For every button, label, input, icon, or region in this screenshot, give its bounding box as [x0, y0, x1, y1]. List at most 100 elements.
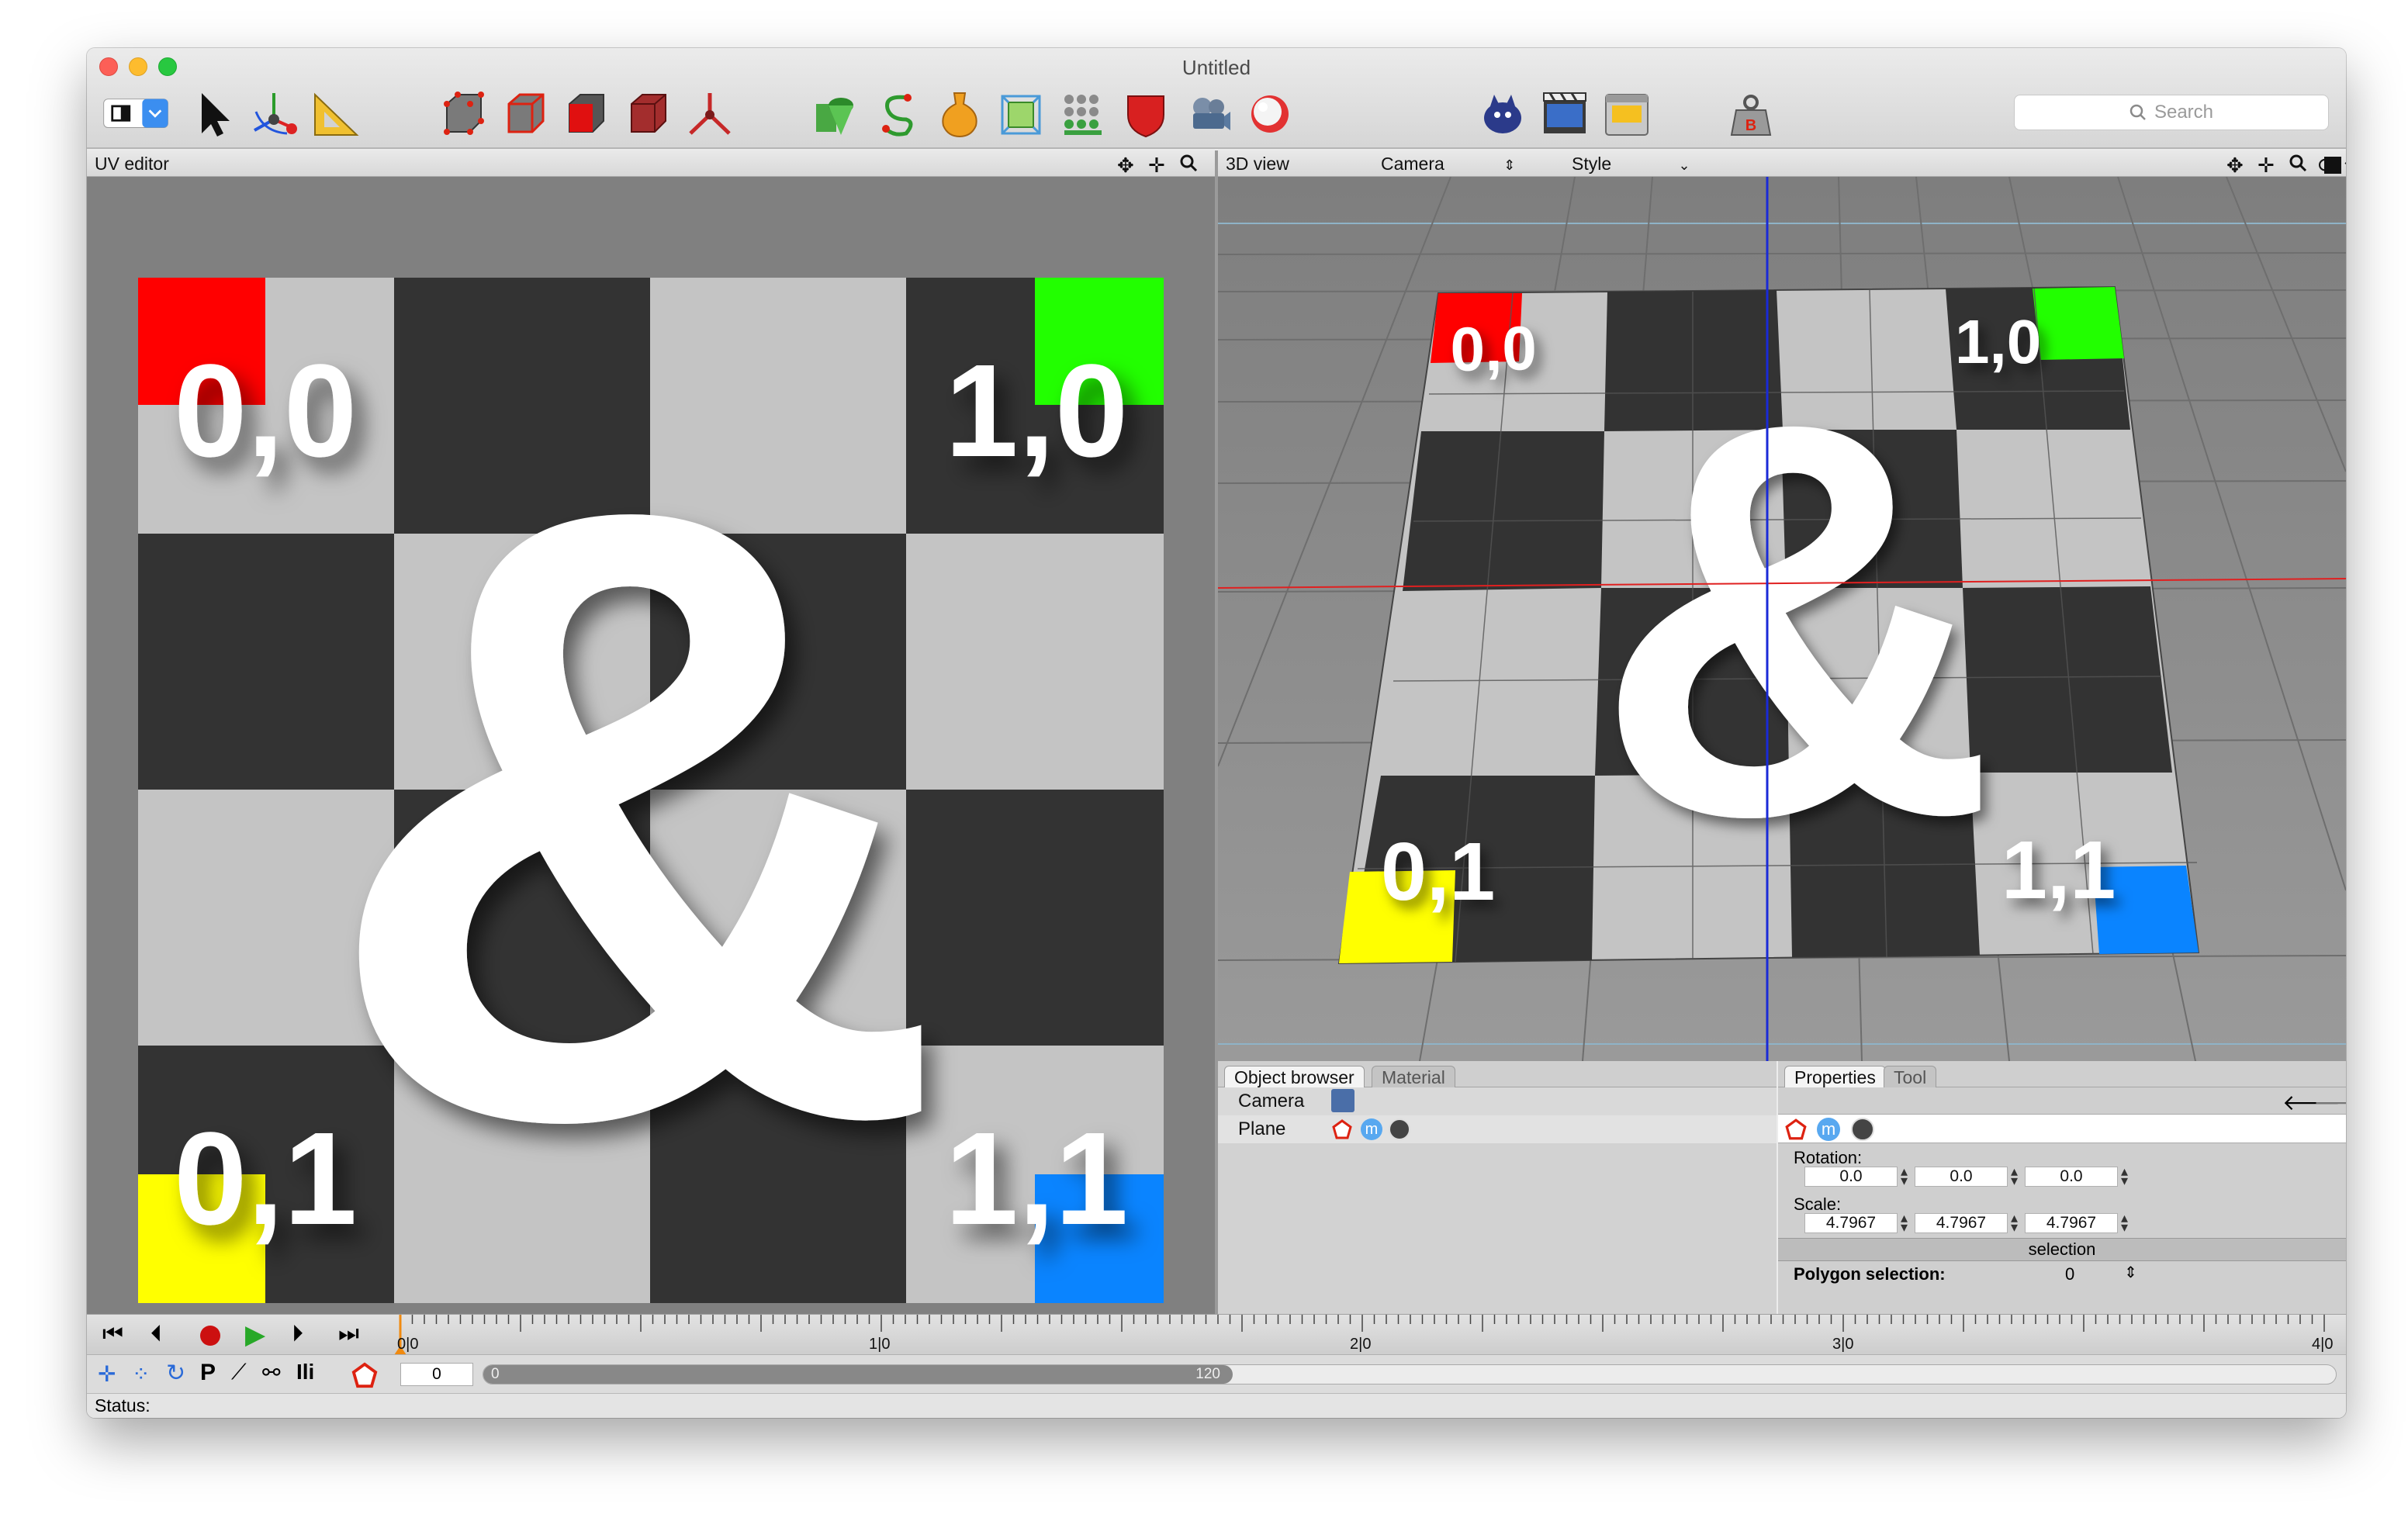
edge-mode-icon[interactable]	[498, 87, 552, 141]
polygon-selection-value[interactable]: 0	[2065, 1264, 2074, 1284]
material-tag-icon[interactable]: m	[1361, 1118, 1382, 1140]
bone-tool-icon[interactable]: ⟋	[231, 1360, 247, 1385]
status-label: Status:	[95, 1395, 150, 1416]
select-arrow-icon[interactable]	[188, 87, 242, 141]
material-tag-icon[interactable]: m	[1817, 1118, 1840, 1141]
range-slider-thumb[interactable]: 0 120	[483, 1365, 1233, 1384]
search-field[interactable]: Search	[2014, 95, 2329, 130]
deformer-icon[interactable]	[995, 87, 1049, 141]
view3d-title: 3D view	[1226, 154, 1289, 174]
step-back-icon[interactable]: ⏴	[150, 1321, 162, 1347]
scale-z-stepper[interactable]: ▴ ▾	[2121, 1211, 2128, 1234]
range-slider-track[interactable]: 0 120	[483, 1364, 2337, 1385]
uv-label-bottom-right: 1,1	[945, 1105, 1128, 1253]
zoom-icon[interactable]	[1179, 154, 1198, 178]
pose-tool-icon[interactable]: P	[200, 1360, 216, 1386]
transform-axes-icon[interactable]	[247, 87, 301, 141]
object-name: Plane	[1238, 1118, 1286, 1139]
jump-to-end-icon[interactable]: ⏭	[338, 1321, 359, 1347]
joint-mode-icon[interactable]	[683, 87, 737, 141]
play-button[interactable]: ▶	[245, 1319, 265, 1350]
list-item-camera[interactable]: Camera	[1218, 1087, 1777, 1115]
bottom-toolbar: ✛ ⁘ ↻ P ⟋ ⚯ Ili 0 0 120	[87, 1354, 2346, 1393]
uv-editor-canvas[interactable]: 0,0 1,0 0,1 1,1 &	[87, 177, 1215, 1314]
polygon-tool-icon[interactable]	[351, 1361, 379, 1393]
rotation-y-stepper[interactable]: ▴ ▾	[2011, 1164, 2018, 1187]
record-button[interactable]	[200, 1326, 220, 1346]
primitives-icon[interactable]	[808, 87, 863, 141]
timeline-marker-1: 1|0	[869, 1336, 890, 1353]
vertex-mode-icon[interactable]	[436, 87, 490, 141]
move-cross-icon[interactable]: ✥	[2226, 154, 2244, 178]
camera-select[interactable]: Camera ⇕	[1381, 154, 1515, 175]
uv-editor-title: UV editor	[95, 154, 169, 174]
rotation-z-field[interactable]: 0.0	[2025, 1167, 2118, 1187]
render-oven-icon[interactable]	[1600, 87, 1654, 141]
selection-header-label: selection	[2028, 1239, 2096, 1259]
layout-selector-icon[interactable]	[99, 87, 174, 141]
rotation-z-stepper[interactable]: ▴ ▾	[2121, 1164, 2128, 1187]
scene-label-bottom-left: 0,1	[1381, 826, 1495, 918]
shield-icon[interactable]	[1119, 87, 1173, 141]
tab-object-browser[interactable]: Object browser	[1224, 1066, 1365, 1089]
timeline-marker-4: 4|0	[2312, 1336, 2333, 1353]
scale-x-stepper[interactable]: ▴ ▾	[1901, 1211, 1908, 1234]
object-browser-tabs: Object browser Material	[1218, 1061, 1777, 1089]
tab-properties[interactable]: Properties	[1784, 1066, 1886, 1089]
scale-z-field[interactable]: 4.7967	[2025, 1213, 2118, 1233]
zoom-icon[interactable]	[2289, 154, 2307, 178]
updown-chevron-icon[interactable]: ⇕	[2124, 1263, 2137, 1282]
move-tool-icon[interactable]: ✛	[98, 1361, 116, 1387]
style-select[interactable]: Style ⌄	[1572, 154, 1690, 175]
spline-icon[interactable]	[870, 87, 925, 141]
sphere-render-icon[interactable]	[1243, 87, 1297, 141]
timeline-ruler[interactable]: 0|0 1|0 2|0 3|0 4|0	[389, 1315, 2337, 1355]
particles-icon[interactable]	[1057, 87, 1111, 141]
rotate-tool-icon[interactable]: ↻	[166, 1360, 185, 1387]
view3d-canvas[interactable]: 0,0 1,0 0,1 1,1 &	[1218, 177, 2346, 1061]
measure-ruler-icon[interactable]	[309, 87, 363, 141]
tag-strip: m	[1778, 1114, 2346, 1143]
scale-x-field[interactable]: 4.7967	[1804, 1213, 1898, 1233]
uv-editor-header: UV editor ✥ ✛	[87, 150, 1215, 177]
vertex-tool-icon[interactable]: ⁘	[132, 1361, 150, 1387]
face-mode-icon[interactable]	[559, 87, 613, 141]
timeline: ⏮ ⏴ ▶ ⏵ ⏭ 0|0 1|0 2|0 3|0 4|0	[87, 1314, 2346, 1355]
scale-y-field[interactable]: 4.7967	[1915, 1213, 2008, 1233]
object-mode-icon[interactable]	[621, 87, 675, 141]
pan-icon[interactable]: ✛	[2258, 154, 2275, 178]
tab-tool[interactable]: Tool	[1884, 1066, 1937, 1089]
timeline-marker-0: 0|0	[397, 1336, 418, 1353]
selection-section-header: selection	[1778, 1238, 2346, 1261]
clapperboard-icon[interactable]	[1538, 87, 1592, 141]
rotation-x-field[interactable]: 0.0	[1804, 1167, 1898, 1187]
pan-icon[interactable]: ✛	[1148, 154, 1165, 178]
forward-arrow-icon[interactable]: 🡒	[2313, 1089, 2346, 1115]
lathe-icon[interactable]	[932, 87, 987, 141]
ik-tool-icon[interactable]: ⚯	[262, 1360, 280, 1385]
frame-field[interactable]: 0	[400, 1363, 473, 1386]
physics-weight-icon[interactable]: B	[1724, 87, 1778, 141]
polygon-tag-icon[interactable]	[1331, 1118, 1353, 1146]
scale-y-stepper[interactable]: ▴ ▾	[2011, 1211, 2018, 1234]
properties-panel: 🡐 🡒 m Rotation: 0.0 ▴ ▾ 0.0 ▴ ▾ 0.0 ▴ ▾ Sca…	[1778, 1087, 2346, 1314]
rotation-y-field[interactable]: 0.0	[1915, 1167, 2008, 1187]
jump-to-start-icon[interactable]: ⏮	[102, 1321, 123, 1347]
maximize-view-icon[interactable]	[2324, 157, 2341, 174]
list-item-plane[interactable]: Plane m	[1218, 1115, 1777, 1143]
step-forward-icon[interactable]: ⏵	[292, 1321, 303, 1347]
tab-material[interactable]: Material	[1372, 1066, 1455, 1089]
range-end-label: 120	[1195, 1366, 1220, 1382]
camera-object-icon	[1331, 1089, 1354, 1112]
move-cross-icon[interactable]: ✥	[1117, 154, 1134, 178]
app-window: Untitled B Search UV editor ✥ ✛ 0,0 1,0 …	[87, 48, 2346, 1418]
camera-lights-icon[interactable]	[1181, 87, 1235, 141]
polygon-tag-icon[interactable]	[1784, 1118, 1808, 1145]
globe-tag-icon[interactable]	[1851, 1118, 1874, 1141]
undo-view-icon[interactable]: ↶	[2344, 154, 2346, 176]
graph-tool-icon[interactable]: Ili	[296, 1360, 314, 1385]
globe-tag-icon[interactable]	[1389, 1118, 1410, 1140]
creature-icon[interactable]	[1476, 87, 1530, 141]
rotation-x-stepper[interactable]: ▴ ▾	[1901, 1164, 1908, 1187]
svg-text:B: B	[1745, 117, 1756, 134]
